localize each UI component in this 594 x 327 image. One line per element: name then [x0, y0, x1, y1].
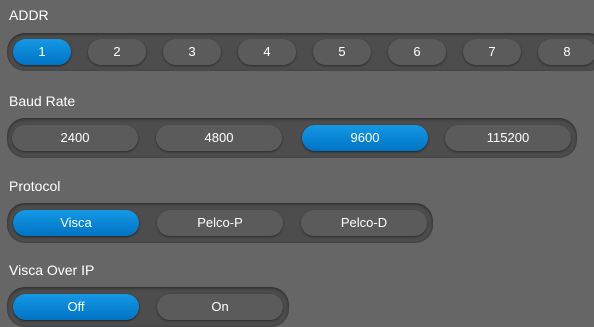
addr-option-7[interactable]: 7	[463, 39, 521, 65]
visca-ip-option-off[interactable]: Off	[13, 294, 139, 320]
baud-rate-selector: 2400 4800 9600 115200	[7, 118, 577, 158]
protocol-selector: Visca Pelco-P Pelco-D	[7, 203, 433, 243]
addr-option-1[interactable]: 1	[13, 39, 71, 65]
protocol-option-pelco-p[interactable]: Pelco-P	[157, 210, 283, 236]
protocol-label: Protocol	[9, 178, 61, 194]
protocol-option-pelco-d[interactable]: Pelco-D	[301, 210, 427, 236]
addr-option-4[interactable]: 4	[238, 39, 296, 65]
baud-option-115200[interactable]: 115200	[445, 125, 571, 151]
addr-label: ADDR	[9, 7, 49, 23]
visca-over-ip-label: Visca Over IP	[9, 262, 95, 278]
visca-over-ip-selector: Off On	[7, 287, 289, 327]
addr-option-2[interactable]: 2	[88, 39, 146, 65]
addr-selector: 1 2 3 4 5 6 7 8	[7, 33, 594, 71]
addr-option-6[interactable]: 6	[388, 39, 446, 65]
baud-rate-label: Baud Rate	[9, 93, 76, 109]
baud-option-9600[interactable]: 9600	[302, 125, 428, 151]
baud-option-4800[interactable]: 4800	[156, 125, 282, 151]
baud-option-2400[interactable]: 2400	[12, 125, 138, 151]
addr-option-3[interactable]: 3	[163, 39, 221, 65]
visca-ip-option-on[interactable]: On	[157, 294, 283, 320]
addr-option-5[interactable]: 5	[313, 39, 371, 65]
addr-option-8[interactable]: 8	[538, 39, 594, 65]
protocol-option-visca[interactable]: Visca	[13, 210, 139, 236]
